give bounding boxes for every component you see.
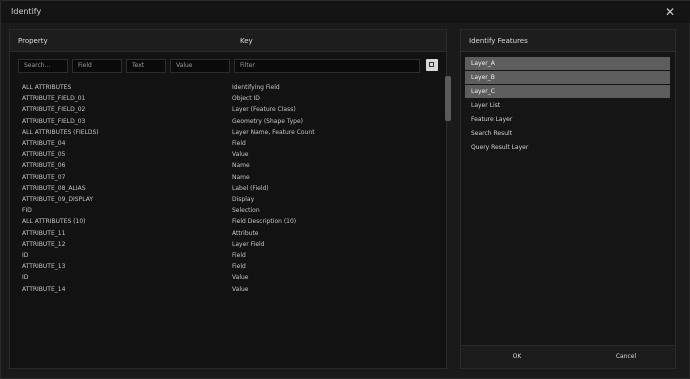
title-bar: Identify — [1, 1, 690, 23]
feature-list-item[interactable]: Layer List — [465, 99, 670, 112]
row-key: Identifying Field — [232, 84, 280, 91]
row-property: ATTRIBUTE_05 — [22, 151, 66, 159]
ok-button[interactable]: OK — [487, 350, 547, 364]
row-property: ATTRIBUTE_12 — [22, 240, 66, 248]
filter-search-input[interactable]: Search… — [18, 59, 68, 73]
row-key: Field Description (10) — [232, 218, 297, 226]
row-key: Field — [232, 140, 246, 147]
table-row[interactable]: ATTRIBUTE_14 Value — [10, 284, 446, 295]
row-key: Field — [232, 252, 246, 259]
table-row[interactable]: ID Value — [10, 272, 446, 283]
row-property: ALL ATTRIBUTES (FIELDS) — [22, 128, 99, 136]
table-row[interactable]: ATTRIBUTE_13 Field — [10, 261, 446, 272]
table-row[interactable]: FID Selection — [10, 205, 446, 216]
row-property: ATTRIBUTE_11 — [22, 229, 66, 237]
row-property: ATTRIBUTE_04 — [22, 140, 66, 147]
filter-value-input[interactable]: Value — [170, 59, 230, 73]
column-header-key[interactable]: Key — [232, 30, 446, 52]
feature-list-item[interactable]: Layer_A — [465, 57, 670, 70]
attribute-table: Property Key Search… Field Text Value Fi… — [9, 29, 447, 369]
row-key: Object ID — [232, 95, 260, 103]
column-header-property[interactable]: Property — [10, 30, 232, 52]
window-title: Identify — [11, 7, 42, 16]
row-key: Value — [232, 151, 249, 159]
row-property: ALL ATTRIBUTES (10) — [22, 218, 86, 226]
row-key: Name — [232, 162, 250, 170]
feature-list-item[interactable]: Search Result — [465, 127, 670, 140]
dialog-footer: OK Cancel — [461, 345, 675, 368]
row-property: ATTRIBUTE_09_DISPLAY — [22, 196, 94, 203]
row-key: Geometry (Shape Type) — [232, 117, 303, 125]
table-row[interactable]: ATTRIBUTE_FIELD_01 Object ID — [10, 93, 446, 104]
row-property: ALL ATTRIBUTES — [22, 84, 72, 91]
row-property: ID — [22, 252, 29, 259]
close-icon[interactable]: ✕ — [663, 5, 677, 19]
row-key: Label (Field) — [232, 184, 269, 192]
table-row[interactable]: ATTRIBUTE_04 Field — [10, 138, 446, 149]
feature-list-header: Identify Features — [461, 30, 675, 52]
table-row[interactable]: ALL ATTRIBUTES (10) Field Description (10… — [10, 216, 446, 227]
table-row[interactable]: ATTRIBUTE_07 Name — [10, 172, 446, 183]
row-property: ATTRIBUTE_13 — [22, 263, 66, 271]
row-key: Layer (Feature Class) — [232, 106, 296, 114]
row-key: Value — [232, 285, 249, 293]
row-property: ATTRIBUTE_FIELD_01 — [22, 95, 86, 103]
table-row[interactable]: ATTRIBUTE_FIELD_03 Geometry (Shape Type) — [10, 116, 446, 127]
table-row[interactable]: ATTRIBUTE_08_ALIAS Label (Field) — [10, 183, 446, 194]
table-body: ALL ATTRIBUTES Identifying Field ATTRIBUTE… — [10, 82, 446, 360]
row-property: ATTRIBUTE_FIELD_03 — [22, 117, 86, 125]
table-row[interactable]: ATTRIBUTE_06 Name — [10, 160, 446, 171]
row-property: ID — [22, 274, 29, 282]
row-property: ATTRIBUTE_08_ALIAS — [22, 184, 86, 192]
row-property: ATTRIBUTE_06 — [22, 162, 66, 170]
row-key: Attribute — [232, 229, 259, 237]
row-key: Value — [232, 274, 249, 282]
feature-list-item[interactable]: Layer_C — [465, 85, 670, 98]
filter-field-input[interactable]: Field — [72, 59, 122, 73]
row-key: Selection — [232, 207, 260, 215]
feature-list-panel: Identify Features Layer_A Layer_B Layer_C L… — [460, 29, 676, 369]
filter-key-input[interactable]: Filter — [234, 59, 420, 73]
filter-text-input[interactable]: Text — [126, 59, 166, 73]
row-key: Name — [232, 173, 250, 181]
row-key: Layer Field — [232, 240, 265, 248]
table-row[interactable]: ATTRIBUTE_FIELD_02 Layer (Feature Class) — [10, 104, 446, 115]
row-key: Field — [232, 263, 246, 271]
table-row[interactable]: ATTRIBUTE_11 Attribute — [10, 228, 446, 239]
table-row[interactable]: ALL ATTRIBUTES Identifying Field — [10, 82, 446, 93]
feature-list-item[interactable]: Query Result Layer — [465, 141, 670, 154]
table-row[interactable]: ATTRIBUTE_09_DISPLAY Display — [10, 194, 446, 205]
table-scrollbar[interactable] — [445, 76, 451, 121]
row-property: ATTRIBUTE_14 — [22, 285, 66, 293]
table-row[interactable]: ALL ATTRIBUTES (FIELDS) Layer Name, Featu… — [10, 127, 446, 138]
row-property: ATTRIBUTE_07 — [22, 173, 66, 181]
feature-list-item[interactable]: Feature Layer — [465, 113, 670, 126]
row-key: Layer Name, Feature Count — [232, 128, 315, 136]
filter-apply-icon[interactable] — [426, 59, 438, 71]
table-row[interactable]: ATTRIBUTE_12 Layer Field — [10, 239, 446, 250]
row-key: Display — [232, 196, 255, 203]
feature-list-item[interactable]: Layer_B — [465, 71, 670, 84]
filter-row: Search… Field Text Value Filter — [10, 56, 446, 76]
row-property: FID — [22, 207, 32, 215]
cancel-button[interactable]: Cancel — [596, 350, 656, 364]
identify-window: Identify ✕ Property Key Search… Field Te… — [0, 0, 690, 379]
table-row[interactable]: ID Field — [10, 250, 446, 261]
row-property: ATTRIBUTE_FIELD_02 — [22, 106, 86, 114]
table-row[interactable]: ATTRIBUTE_05 Value — [10, 149, 446, 160]
